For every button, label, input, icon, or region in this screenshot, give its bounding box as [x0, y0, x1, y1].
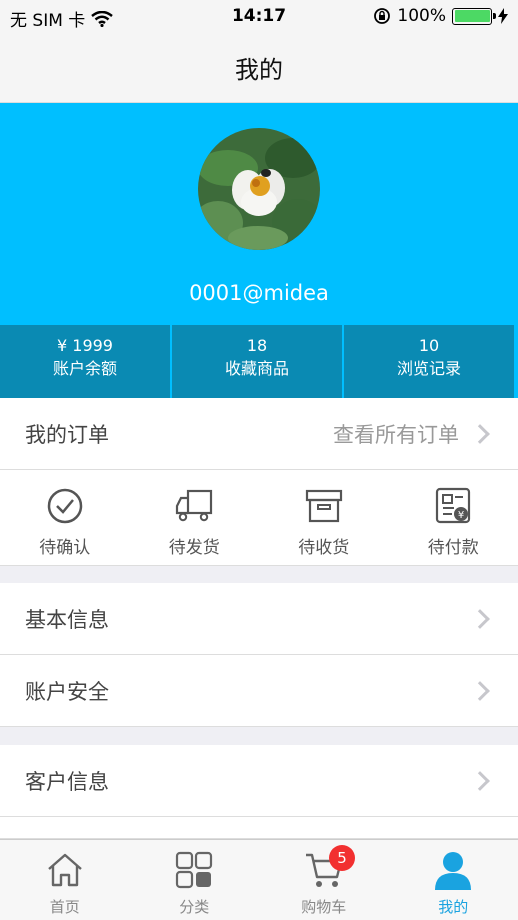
- account-security-row[interactable]: 账户安全: [0, 655, 518, 727]
- order-item-label: 待付款: [427, 538, 479, 558]
- box-icon: [305, 489, 342, 523]
- home-icon: [47, 853, 82, 887]
- tab-category[interactable]: 分类: [130, 840, 260, 920]
- cart-badge: 5: [329, 845, 355, 871]
- account-security-label: 账户安全: [25, 679, 109, 704]
- invoice-icon: ¥: [436, 487, 471, 524]
- stat-label: 浏览记录: [396, 359, 461, 378]
- stat-value: 10: [418, 336, 440, 355]
- stat-label: 收藏商品: [224, 359, 289, 378]
- tab-label: 我的: [438, 898, 469, 916]
- orders-section: 我的订单 查看所有订单 待确认 待发货 待收货 ¥ 待付款: [0, 398, 518, 566]
- tab-cart[interactable]: 5 购物车: [259, 840, 389, 920]
- tab-label: 首页: [49, 898, 80, 916]
- avatar[interactable]: [198, 128, 320, 250]
- customer-info-row[interactable]: 客户信息: [0, 745, 518, 817]
- chevron-right-icon: [470, 680, 490, 701]
- username: 0001@midea: [189, 281, 329, 305]
- battery-icon: [452, 7, 496, 25]
- tab-mine[interactable]: 我的: [389, 840, 518, 920]
- charging-icon: [498, 8, 508, 24]
- check-circle-icon: [47, 488, 82, 524]
- nav-bar: 我的: [0, 33, 518, 103]
- battery-percent: 100%: [397, 6, 446, 26]
- stat-value: 18: [246, 336, 268, 355]
- order-item-label: 待收货: [298, 538, 350, 558]
- order-pending-pay[interactable]: ¥ 待付款: [389, 470, 518, 565]
- status-right: 100%: [373, 6, 508, 26]
- stat-favorites[interactable]: 18 收藏商品: [172, 325, 344, 398]
- rotation-lock-icon: [374, 8, 391, 24]
- tab-bar: 首页 分类 5 购物车 我的: [0, 839, 518, 920]
- view-all-orders-link[interactable]: 查看所有订单: [333, 419, 459, 449]
- tab-label: 分类: [179, 898, 210, 916]
- account-section: 基本信息 账户安全: [0, 583, 518, 727]
- stat-value: ¥ 1999: [57, 336, 113, 355]
- my-orders-row[interactable]: 我的订单 查看所有订单: [0, 398, 518, 470]
- order-pending-receive[interactable]: 待收货: [259, 470, 389, 565]
- customer-section: 客户信息: [0, 745, 518, 839]
- next-row-partial: [0, 817, 518, 839]
- stat-history[interactable]: 10 浏览记录: [344, 325, 518, 398]
- svg-text:¥: ¥: [458, 510, 464, 521]
- avatar-image: [198, 128, 320, 250]
- stats-bar: ¥ 1999 账户余额 18 收藏商品 10 浏览记录: [0, 325, 518, 398]
- order-item-label: 待确认: [39, 538, 91, 558]
- grid-icon: [176, 851, 213, 889]
- tab-home[interactable]: 首页: [0, 840, 130, 920]
- chevron-right-icon: [470, 608, 490, 629]
- my-orders-label: 我的订单: [25, 422, 109, 447]
- basic-info-row[interactable]: 基本信息: [0, 583, 518, 655]
- chevron-right-icon: [470, 770, 490, 791]
- order-pending-confirm[interactable]: 待确认: [0, 470, 130, 565]
- page-title: 我的: [235, 56, 283, 84]
- stat-label: 账户余额: [52, 359, 117, 378]
- profile-header: 0001@midea: [0, 103, 518, 325]
- customer-info-label: 客户信息: [25, 769, 109, 794]
- order-status-grid: 待确认 待发货 待收货 ¥ 待付款: [0, 470, 518, 566]
- order-item-label: 待发货: [168, 538, 220, 558]
- order-pending-ship[interactable]: 待发货: [130, 470, 260, 565]
- status-bar: 无 SIM 卡 14:17 100%: [0, 0, 518, 33]
- chevron-right-icon: [470, 423, 490, 444]
- tab-label: 购物车: [301, 898, 347, 916]
- user-icon: [435, 852, 472, 890]
- truck-icon: [176, 489, 213, 522]
- stat-balance[interactable]: ¥ 1999 账户余额: [0, 325, 172, 398]
- basic-info-label: 基本信息: [25, 607, 109, 632]
